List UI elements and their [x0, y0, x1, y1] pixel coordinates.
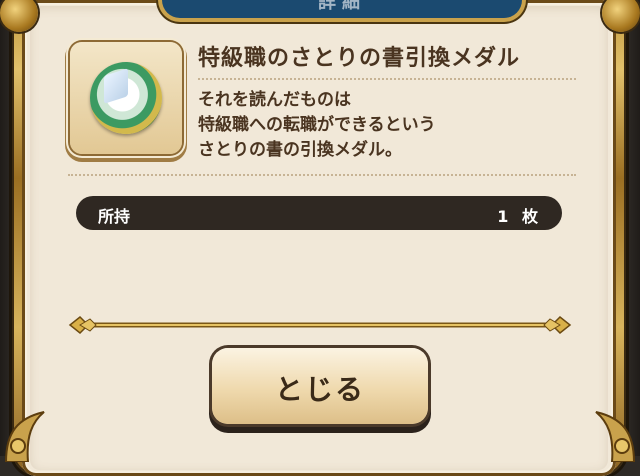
- close-button-label: とじる: [274, 373, 365, 406]
- dotted-separator-top: [198, 78, 576, 80]
- ornamental-divider: [68, 315, 572, 335]
- description-line: さとりの書の引換メダル。: [198, 140, 402, 160]
- owned-value: 1 枚: [497, 207, 542, 226]
- title-plate: 詳細: [162, 0, 522, 18]
- corner-ornament-bottom-left: [4, 411, 45, 462]
- owned-label: 所持: [98, 207, 131, 226]
- close-button[interactable]: とじる: [212, 348, 428, 424]
- item-description: それを読んだものは 特級職への転職ができるという さとりの書の引換メダル。: [198, 88, 578, 163]
- item-name: 特級職のさとりの書引換メダル: [198, 46, 521, 71]
- owned-count-bar: 所持 1 枚: [76, 196, 562, 230]
- description-line: 特級職への転職ができるという: [198, 115, 436, 135]
- item-icon-box: [70, 42, 182, 154]
- dialog-title: 詳細: [318, 0, 366, 13]
- corner-ornament-bottom-right: [595, 411, 636, 462]
- dotted-separator: [68, 174, 576, 176]
- description-line: それを読んだものは: [198, 90, 351, 110]
